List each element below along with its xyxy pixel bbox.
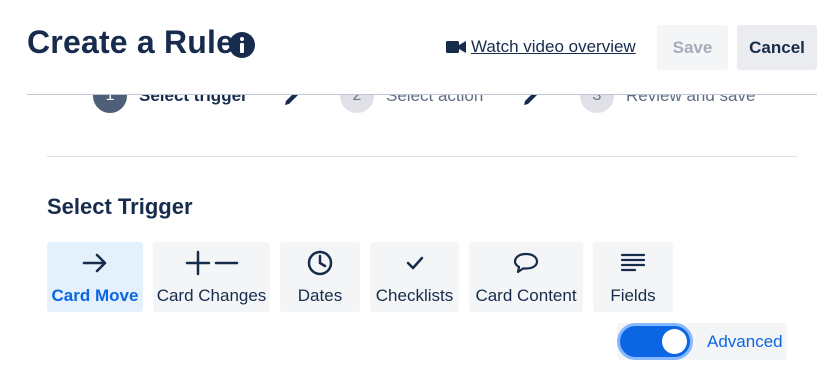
advanced-label[interactable]: Advanced <box>707 332 783 352</box>
pencil-icon <box>285 95 298 105</box>
select-trigger-heading: Select Trigger <box>47 194 193 219</box>
plus-minus-icon <box>185 250 238 276</box>
trigger-tile-checklists[interactable]: Checklists <box>370 242 459 312</box>
trigger-tile-fields[interactable]: Fields <box>593 242 673 312</box>
watch-video-label: Watch video overview <box>471 37 636 56</box>
step-1[interactable]: 1 Select trigger <box>93 95 248 113</box>
lines-icon <box>620 253 646 272</box>
step-3-number: 3 <box>580 95 614 113</box>
arrow-right-icon <box>82 253 107 273</box>
advanced-toggle-container: Advanced <box>617 323 787 360</box>
info-icon[interactable] <box>229 32 255 58</box>
video-camera-icon <box>446 41 466 53</box>
trigger-tile-card-content[interactable]: Card Content <box>469 242 583 312</box>
trigger-tile-card-move[interactable]: Card Move <box>47 242 143 312</box>
step-2-label: Select action <box>386 95 484 105</box>
trigger-tile-label: Card Move <box>51 286 139 305</box>
save-button[interactable]: Save <box>657 25 728 70</box>
trigger-tile-label: Fields <box>610 286 656 305</box>
speech-bubble-icon <box>513 252 539 274</box>
page-title: Create a Rule <box>27 24 235 60</box>
cancel-button[interactable]: Cancel <box>737 25 817 70</box>
section-divider <box>47 156 797 157</box>
advanced-toggle[interactable] <box>617 323 693 360</box>
trigger-tile-dates[interactable]: Dates <box>280 242 360 312</box>
pencil-icon <box>524 95 537 105</box>
steps-progress: 1 Select trigger 2 Select action 3 Revie… <box>0 95 817 135</box>
checkmark-icon <box>406 256 423 270</box>
trigger-tile-card-changes[interactable]: Card Changes <box>153 242 270 312</box>
rule-header: Create a Rule Watch video overview Save … <box>0 0 817 95</box>
step-3[interactable]: 3 Review and save <box>580 95 755 113</box>
clock-icon <box>307 250 333 276</box>
watch-video-link[interactable]: Watch video overview <box>446 36 636 58</box>
step-1-number: 1 <box>93 95 127 113</box>
step-2[interactable]: 2 Select action <box>340 95 483 113</box>
trigger-tile-label: Card Content <box>475 286 577 305</box>
step-2-number: 2 <box>340 95 374 113</box>
trigger-tile-label: Card Changes <box>156 286 267 305</box>
trigger-tile-label: Checklists <box>375 286 454 305</box>
step-3-label: Review and save <box>626 95 756 105</box>
toggle-knob <box>662 329 687 354</box>
step-1-label: Select trigger <box>139 95 248 105</box>
trigger-tile-label: Dates <box>297 286 343 305</box>
